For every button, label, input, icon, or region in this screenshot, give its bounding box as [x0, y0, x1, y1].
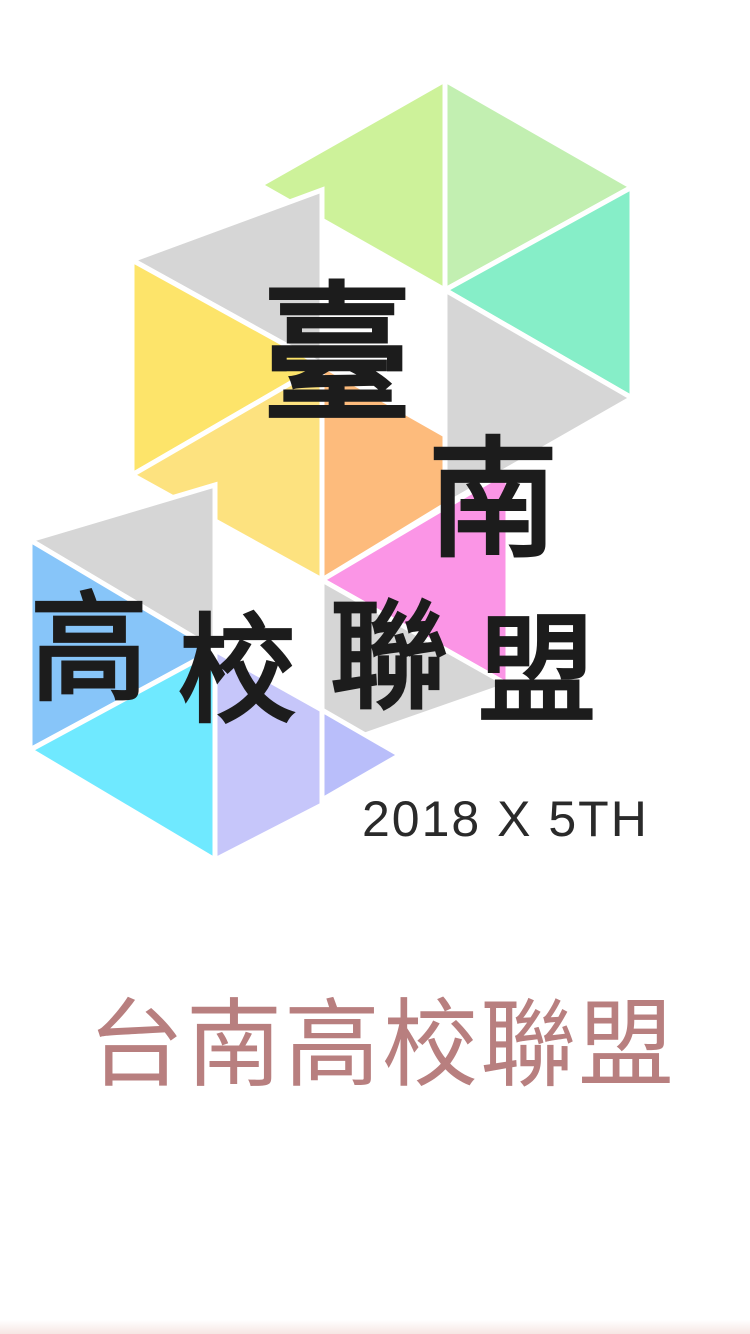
splash-screen: 臺 南 高 校 聯 盟 2018 X 5TH 台南高校聯盟	[0, 0, 750, 1334]
bottom-strip	[0, 1320, 750, 1334]
hexagon-cube-logo	[23, 75, 638, 865]
logo-title-char: 臺	[262, 267, 413, 443]
logo-row-char: 聯	[330, 587, 449, 726]
logo-row-char: 校	[178, 601, 297, 740]
app-name: 台南高校聯盟	[88, 989, 676, 1101]
logo-row-char: 高	[30, 579, 149, 718]
logo-edition: 2018 X 5TH	[362, 791, 649, 847]
logo-title-char: 南	[428, 423, 559, 576]
logo-row-char: 盟	[478, 601, 597, 740]
